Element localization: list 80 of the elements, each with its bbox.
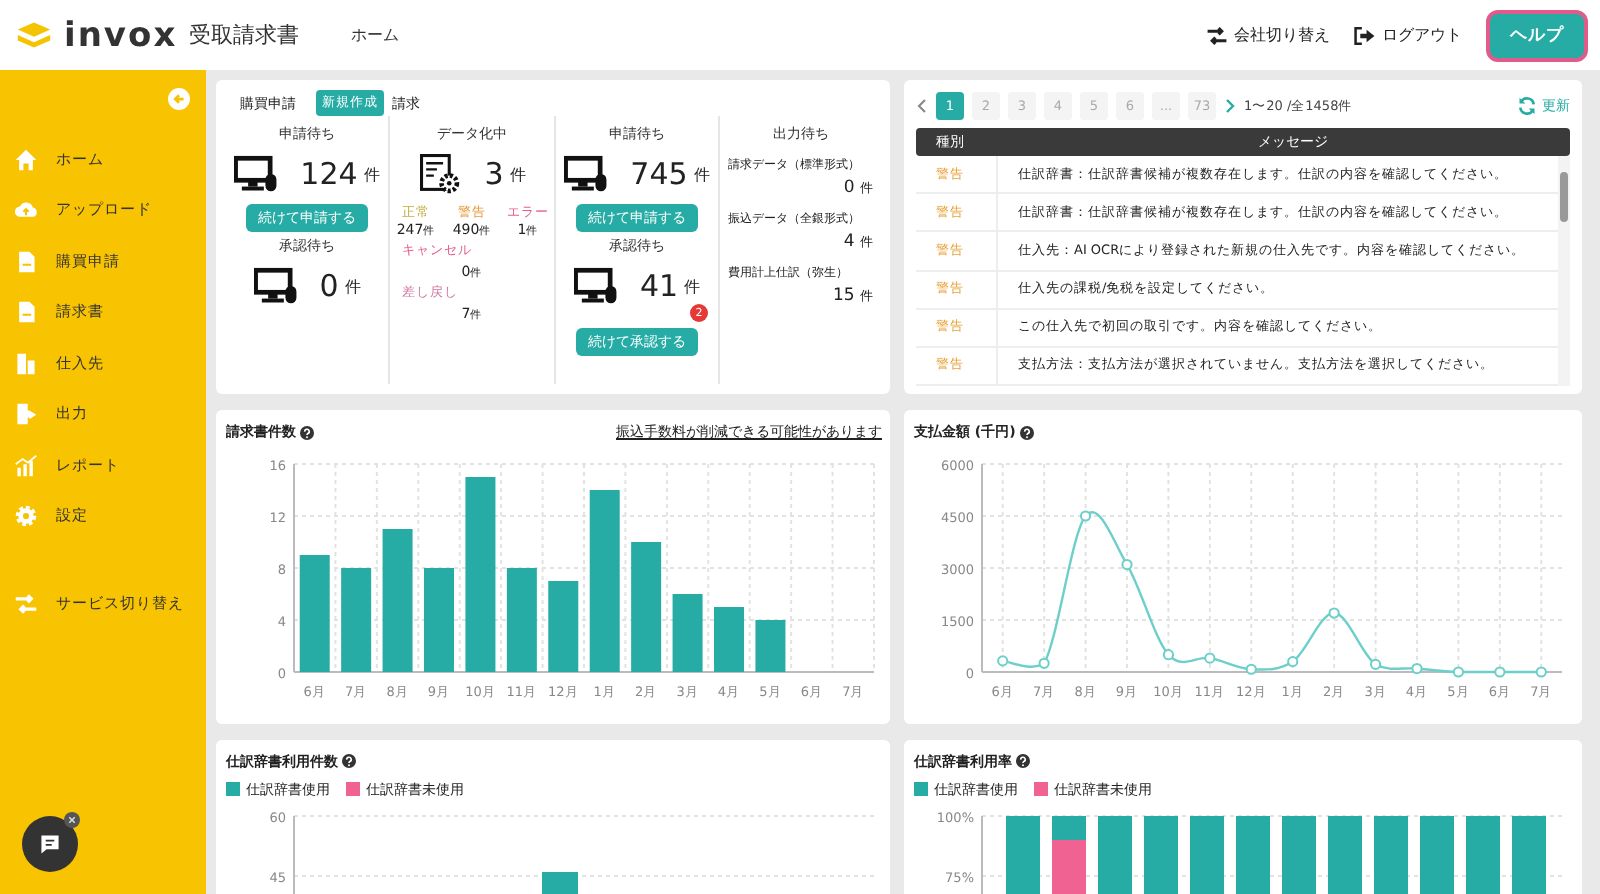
refresh-icon [1516,96,1538,116]
data-point [1079,510,1092,522]
count-value: 745 [630,156,688,192]
logout-link[interactable]: ログアウト [1354,24,1462,46]
bar [755,620,786,672]
cloud-upload-icon [14,198,38,223]
home-nav-link[interactable]: ホーム [351,24,400,46]
bar [542,871,578,894]
count-value: 0 [319,268,339,304]
bar [1190,815,1224,894]
count-unit: 件 [363,163,380,185]
swap-arrows-icon [1206,25,1228,45]
monitor-icon [234,154,279,194]
bar [424,568,454,672]
data-point [1328,607,1340,619]
bar [1144,815,1178,894]
help-button[interactable]: ヘルプ [1486,9,1588,61]
count-unit: 件 [509,163,526,185]
bar [1374,815,1408,894]
count-unit: 件 [693,163,710,185]
bar [1466,815,1500,894]
bar [1282,815,1316,894]
scrollbar[interactable] [1558,156,1570,386]
bar [1098,815,1132,894]
data-point [1369,658,1382,670]
count-value: 41 [639,268,679,304]
logout-icon [1354,25,1376,45]
help-icon[interactable] [300,425,314,439]
chat-icon [38,832,62,856]
building-icon [14,351,38,376]
swap-arrows-icon [14,591,38,616]
monitor-icon [564,154,609,194]
data-point [1204,652,1216,664]
data-point [1038,657,1050,669]
bar [1006,815,1040,894]
home-icon [14,147,38,172]
data-point [997,655,1009,667]
document-icon [14,300,38,325]
bar-chart-icon [14,453,38,478]
data-point [1245,663,1257,675]
bar [1512,815,1546,894]
previous-page-icon[interactable] [916,98,928,114]
logo-icon [16,20,52,50]
document-gear-icon [418,154,463,194]
bar [1328,815,1362,894]
help-icon[interactable] [1019,425,1034,439]
count-value: 3 [484,156,504,192]
bar [548,581,579,672]
bar [382,529,413,672]
settings-icon [14,504,38,529]
product-name: 受取請求書 [189,20,300,50]
bar [1236,815,1270,894]
bar [341,568,372,672]
bar [506,568,537,672]
chat-button[interactable] [22,816,78,872]
next-page-icon[interactable] [1224,98,1236,114]
company-switch-link[interactable]: 会社切り替え [1206,24,1330,46]
count-unit: 件 [344,275,361,297]
data-point [1411,662,1423,675]
data-point [1287,656,1299,668]
monitor-icon [573,266,618,306]
count-value: 124 [300,156,358,192]
data-point [1494,666,1506,678]
bar [672,594,703,672]
document-icon [14,249,38,274]
count-unit: 件 [684,275,701,297]
bar [1420,815,1454,894]
data-point [1452,666,1465,678]
close-icon[interactable] [64,812,80,828]
bar [631,542,662,672]
bar [714,607,744,672]
data-point [1162,649,1175,661]
bar [299,555,330,672]
data-point [1535,666,1547,678]
export-icon [14,402,38,427]
help-icon[interactable] [1016,754,1030,769]
help-icon[interactable] [342,754,356,769]
monitor-icon [253,266,298,306]
logo-wordmark: invox [64,15,178,55]
data-point [1121,558,1133,571]
